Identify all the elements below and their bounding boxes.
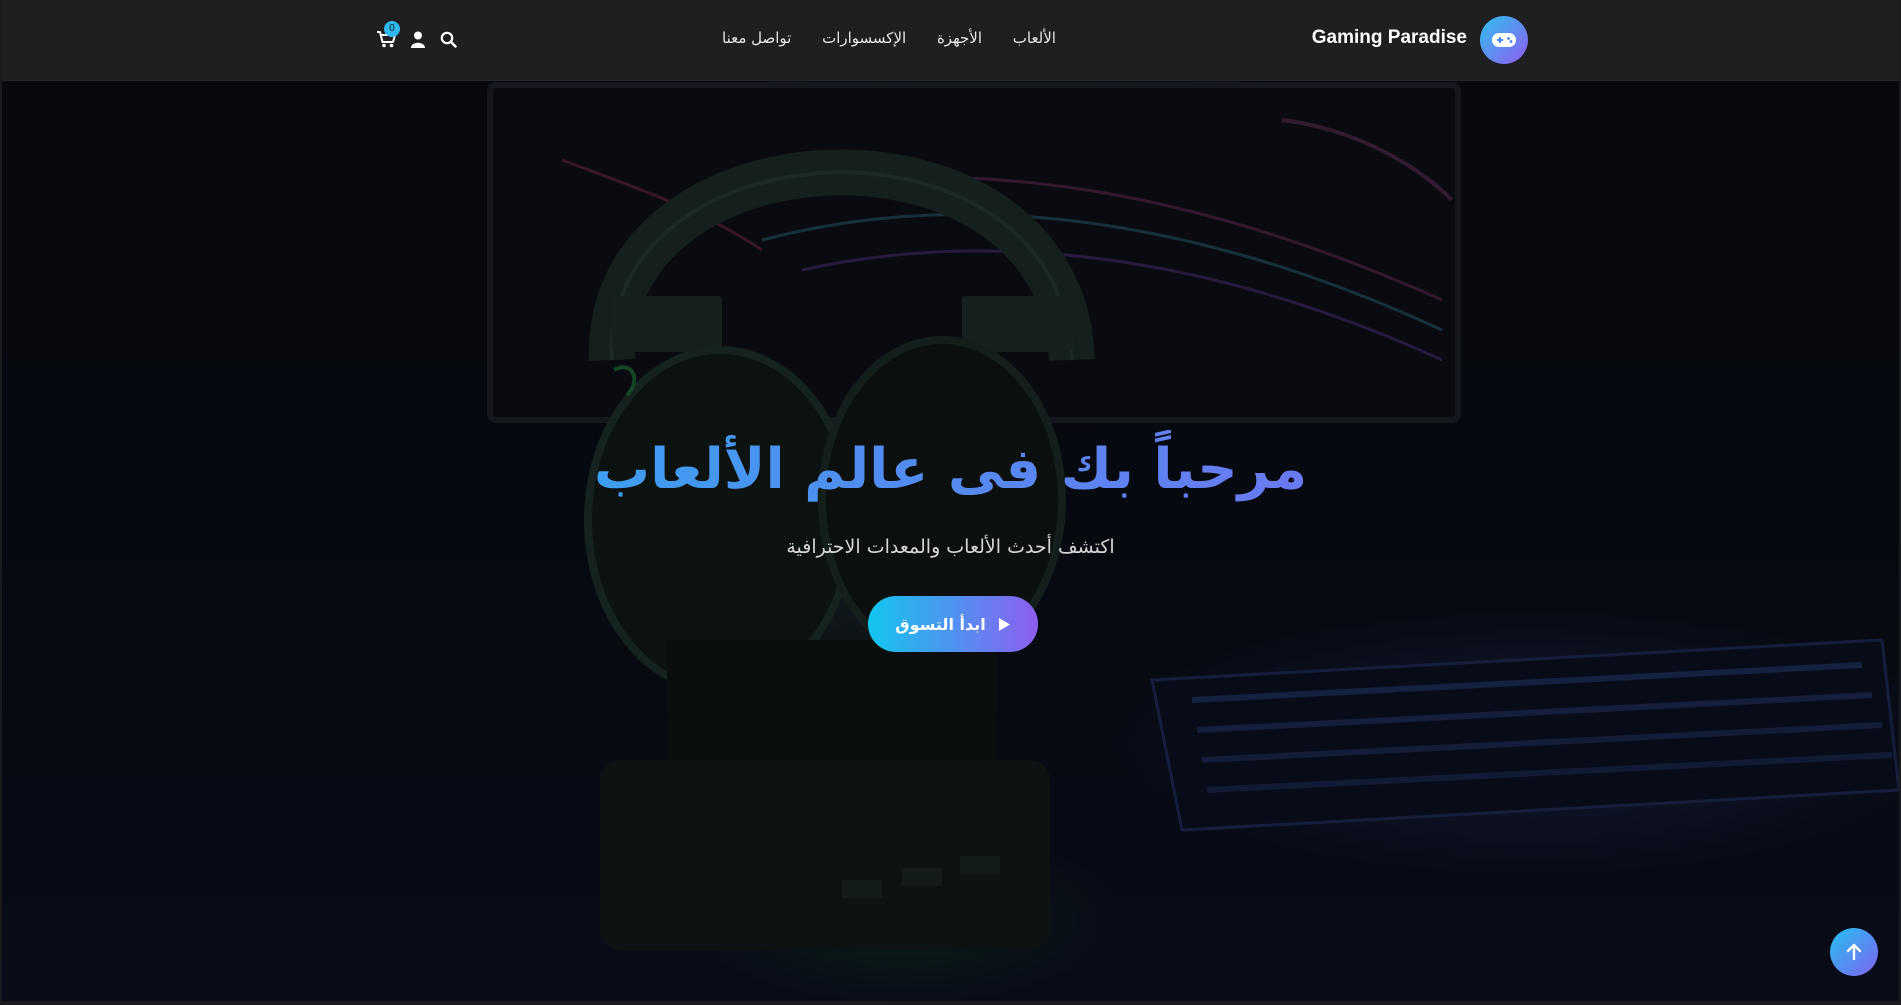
- user-icon[interactable]: [411, 31, 425, 48]
- cart-count-badge: 0: [384, 21, 400, 37]
- hero-title: مرحباً بك فى عالم الألعاب: [2, 430, 1899, 510]
- play-icon: [998, 617, 1010, 631]
- page-frame: Gaming Paradise الألعاب الأجهزة الإكسسوا…: [2, 0, 1899, 1001]
- nav-links: الألعاب الأجهزة الإكسسوارات تواصل معنا: [722, 29, 1056, 47]
- nav-link-games[interactable]: الألعاب: [1013, 29, 1056, 47]
- scroll-to-top-button[interactable]: [1830, 928, 1878, 976]
- nav-link-contact[interactable]: تواصل معنا: [722, 29, 791, 47]
- brand-name[interactable]: Gaming Paradise: [1312, 27, 1467, 49]
- nav-link-devices[interactable]: الأجهزة: [937, 29, 982, 47]
- hero-subtitle: اكتشف أحدث الألعاب والمعدات الاحترافية: [786, 536, 1115, 558]
- navbar: Gaming Paradise الألعاب الأجهزة الإكسسوا…: [2, 0, 1899, 81]
- brand-logo[interactable]: [1480, 16, 1528, 64]
- arrow-up-icon: [1846, 943, 1862, 961]
- start-shopping-button[interactable]: ابدأ التسوق: [868, 596, 1038, 652]
- start-shopping-label: ابدأ التسوق: [895, 614, 986, 634]
- search-icon[interactable]: [440, 31, 457, 48]
- nav-link-accessories[interactable]: الإكسسوارات: [822, 29, 906, 47]
- gamepad-icon: [1492, 33, 1516, 47]
